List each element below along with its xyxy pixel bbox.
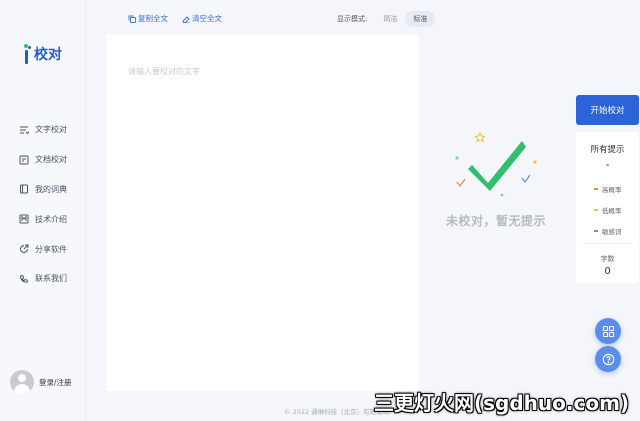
sidebar-item-share[interactable]: 分享软件 [0,234,86,264]
sidebar-item-label: 技术介绍 [35,214,67,224]
grid-icon [602,325,614,337]
hint-sensitive-dot [594,230,598,232]
phone-icon [19,274,29,284]
hint-low-label: 低概率 [602,207,622,215]
tech-intro-icon [19,214,29,224]
document-proofread-icon [19,155,29,165]
sidebar-nav: 文字校对 文档校对 我的词典 技术介绍 分享软件 联系我们 [0,115,86,294]
empty-state-message: 未校对，暂无提示 [446,214,547,228]
hint-high-label: 高概率 [602,186,622,194]
sidebar-item-dictionary[interactable]: 我的词典 [0,175,86,205]
start-proofread-button[interactable]: 开始校对 [576,95,639,125]
logo-text: 校对 [34,47,62,63]
copy-all-label: 复制全文 [138,14,168,23]
copy-icon [128,15,136,23]
logo-mark-icon [22,43,33,65]
sidebar-item-label: 我的词典 [35,184,67,194]
hint-category-low[interactable]: 低概率 [594,205,622,215]
hints-title: 所有提示 [590,145,625,155]
sidebar-item-label: 文档校对 [35,155,67,165]
help-button[interactable] [595,346,621,372]
brand-logo[interactable]: 校对 [22,42,62,66]
hint-high-dot [594,188,598,190]
hints-panel: 所有提示 - 高概率 低概率 敏感词 字数 0 [576,132,639,283]
share-icon [19,244,29,254]
hint-low-dot [594,209,598,211]
word-count-value: 0 [604,266,611,277]
question-icon [602,353,614,365]
watermark: 三更灯火网(sgdhuo.com) [374,391,630,415]
sidebar-item-label: 文字校对 [35,125,67,135]
hints-total: - [605,158,610,171]
editor-toolbar: 复制全文 清空全文 [128,13,236,24]
sidebar-item-tech-intro[interactable]: 技术介绍 [0,204,86,234]
hint-category-sensitive[interactable]: 敏感词 [594,226,622,236]
sidebar-item-contact[interactable]: 联系我们 [0,264,86,294]
text-editor [106,35,419,391]
sidebar-item-label: 联系我们 [35,274,67,284]
hints-divider [582,243,633,244]
mode-option-standard[interactable]: 标准 [405,11,436,27]
mode-option-simple[interactable]: 简洁 [375,11,405,27]
sidebar-item-text-proofread[interactable]: 文字校对 [0,115,86,145]
hint-sensitive-label: 敏感词 [602,228,622,236]
text-proofread-icon [19,125,29,135]
word-count-label: 字数 [600,255,615,263]
login-button[interactable]: 登录/注册 [10,370,72,394]
proofread-text-input[interactable] [128,61,398,81]
eraser-icon [182,15,190,23]
avatar [10,370,34,394]
grid-menu-button[interactable] [595,318,621,344]
dictionary-icon [19,184,29,194]
display-mode-label: 显示模式: [337,15,368,23]
clear-all-button[interactable]: 清空全文 [182,13,222,24]
clear-all-label: 清空全文 [192,14,222,23]
display-mode-switch: 显示模式: 简洁 标准 [337,11,436,27]
hint-category-high[interactable]: 高概率 [594,184,622,194]
sidebar-item-document-proofread[interactable]: 文档校对 [0,145,86,175]
sidebar-item-label: 分享软件 [35,244,67,254]
copy-all-button[interactable]: 复制全文 [128,13,168,24]
checkmark-illustration-icon [455,131,537,197]
login-label: 登录/注册 [39,377,72,387]
sidebar: 校对 文字校对 文档校对 我的词典 技术介绍 分享软件 联系我们 登录/注册 [0,0,86,421]
